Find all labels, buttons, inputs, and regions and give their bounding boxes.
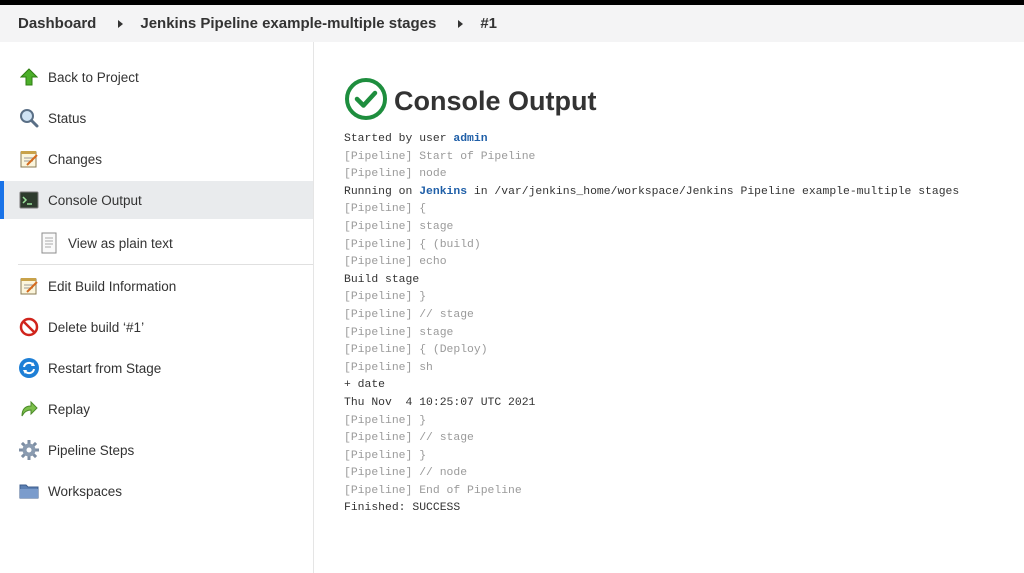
- console-text: Started by user: [344, 133, 454, 145]
- sidebar-divider: [18, 264, 313, 265]
- console-line: [Pipeline] stage: [344, 220, 454, 233]
- sidebar-item-label: View as plain text: [68, 235, 173, 251]
- breadcrumb-project[interactable]: Jenkins Pipeline example-multiple stages: [140, 15, 436, 32]
- console-line: [Pipeline] sh: [344, 361, 433, 374]
- notepad-icon: [18, 148, 40, 170]
- notepad-icon: [18, 275, 40, 297]
- page-header: Console Output: [344, 77, 1014, 126]
- console-line: Finished: SUCCESS: [344, 502, 461, 515]
- sidebar-item-restart-from-stage[interactable]: Restart from Stage: [0, 349, 313, 387]
- console-line: [Pipeline] {: [344, 203, 427, 216]
- console-line: [Pipeline] stage: [344, 326, 454, 339]
- sidebar-item-pipeline-steps[interactable]: Pipeline Steps: [0, 431, 313, 469]
- console-line: [Pipeline] node: [344, 168, 447, 181]
- console-line: Running on Jenkins in /var/jenkins_home/…: [344, 184, 1014, 202]
- sidebar-item-back-to-project[interactable]: Back to Project: [0, 58, 313, 96]
- console-line: [Pipeline] End of Pipeline: [344, 484, 522, 497]
- console-text: in /var/jenkins_home/workspace/Jenkins P…: [467, 185, 960, 198]
- sidebar-item-workspaces[interactable]: Workspaces: [0, 472, 313, 510]
- user-link[interactable]: admin: [453, 133, 487, 145]
- console-line: [Pipeline] }: [344, 449, 427, 462]
- sidebar-item-replay[interactable]: Replay: [0, 390, 313, 428]
- sidebar-item-label: Workspaces: [48, 483, 123, 499]
- console-line: Started by user admin: [344, 131, 1014, 149]
- console-line: [Pipeline] }: [344, 414, 427, 427]
- console-line: [Pipeline] Start of Pipeline: [344, 150, 536, 163]
- replay-arrow-icon: [18, 398, 40, 420]
- refresh-icon: [18, 357, 40, 379]
- console-line: [Pipeline] { (build): [344, 238, 481, 251]
- breadcrumb: Dashboard Jenkins Pipeline example-multi…: [0, 5, 1024, 42]
- breadcrumb-build[interactable]: #1: [480, 15, 497, 32]
- sidebar-item-label: Console Output: [48, 192, 142, 208]
- sidebar-item-label: Edit Build Information: [48, 278, 177, 294]
- success-check-icon: [344, 77, 388, 126]
- breadcrumb-separator-icon: [458, 19, 464, 28]
- sidebar-item-label: Restart from Stage: [48, 360, 162, 376]
- folder-icon: [18, 480, 40, 502]
- console-line: [Pipeline] // stage: [344, 432, 474, 445]
- document-icon: [38, 232, 60, 254]
- main-content: Console Output: [344, 77, 1014, 126]
- console-output: Started by user admin [Pipeline] Start o…: [344, 131, 1014, 518]
- gear-icon: [18, 439, 40, 461]
- sidebar: Back to Project Status Changes Console O…: [0, 42, 314, 573]
- console-line: + date: [344, 379, 386, 392]
- sidebar-item-label: Changes: [48, 151, 103, 167]
- console-line: [Pipeline] { (Deploy): [344, 344, 488, 357]
- up-arrow-icon: [18, 66, 40, 88]
- sidebar-item-changes[interactable]: Changes: [0, 140, 313, 178]
- breadcrumb-dashboard[interactable]: Dashboard: [18, 15, 96, 32]
- sidebar-item-delete-build[interactable]: Delete build ‘#1’: [0, 308, 313, 346]
- sidebar-item-label: Back to Project: [48, 69, 139, 85]
- console-line: [Pipeline] }: [344, 291, 427, 304]
- sidebar-item-label: Status: [48, 110, 87, 126]
- sidebar-item-label: Delete build ‘#1’: [48, 319, 145, 335]
- sidebar-item-edit-build-information[interactable]: Edit Build Information: [0, 267, 313, 305]
- console-text: Running on: [344, 185, 420, 198]
- magnifier-icon: [18, 107, 40, 129]
- no-entry-icon: [18, 316, 40, 338]
- console-line: [Pipeline] echo: [344, 256, 447, 269]
- console-line: [Pipeline] // node: [344, 467, 468, 480]
- sidebar-item-label: Pipeline Steps: [48, 442, 135, 458]
- sidebar-item-console-output[interactable]: Console Output: [0, 181, 313, 219]
- sidebar-item-status[interactable]: Status: [0, 99, 313, 137]
- terminal-icon: [18, 189, 40, 211]
- page-title: Console Output: [394, 85, 597, 116]
- breadcrumb-separator-icon: [118, 19, 124, 28]
- sidebar-item-label: Replay: [48, 401, 91, 417]
- console-line: Thu Nov 4 10:25:07 UTC 2021: [344, 396, 536, 409]
- node-link[interactable]: Jenkins: [419, 186, 467, 198]
- console-line: Build stage: [344, 273, 420, 286]
- console-line: [Pipeline] // stage: [344, 308, 474, 321]
- sidebar-item-view-as-plain-text[interactable]: View as plain text: [0, 224, 313, 262]
